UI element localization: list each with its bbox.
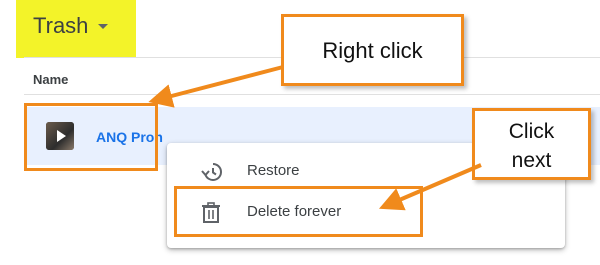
arrow-click-next: [378, 163, 482, 211]
annotation-arrows: [148, 65, 482, 211]
arrow-right-click: [148, 65, 284, 108]
